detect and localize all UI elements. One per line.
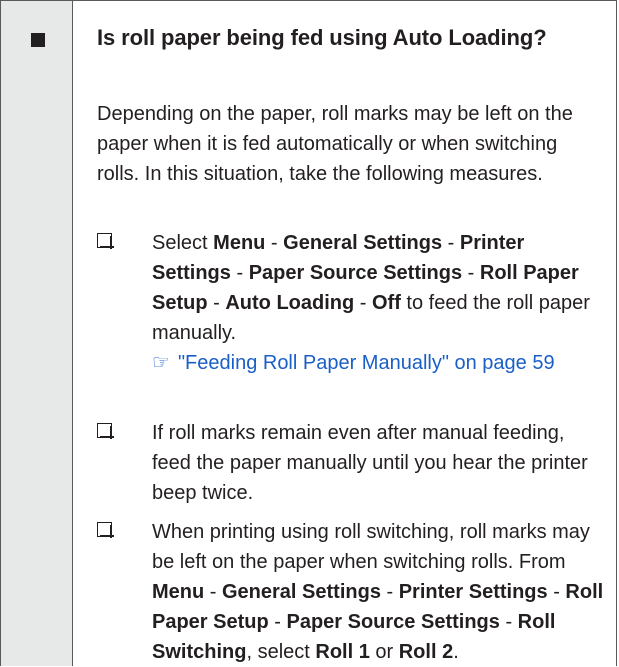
item-text: When printing using roll switching, roll… (152, 521, 604, 663)
marker-column (1, 1, 73, 666)
cross-reference-link[interactable]: ☞ "Feeding Roll Paper Manually" on page 5… (152, 352, 555, 374)
pointer-icon: ☞ (152, 352, 170, 374)
checkbox-icon (97, 522, 114, 538)
checkbox-icon (97, 233, 114, 249)
item-text: Select Menu - General Settings - Printer… (152, 232, 590, 374)
question-heading: Is roll paper being fed using Auto Loadi… (97, 25, 547, 50)
item-text: If roll marks remain even after manual f… (152, 422, 588, 504)
intro-paragraph: Depending on the paper, roll marks may b… (97, 103, 573, 185)
checkbox-icon (97, 423, 114, 439)
square-bullet-icon (31, 33, 45, 47)
